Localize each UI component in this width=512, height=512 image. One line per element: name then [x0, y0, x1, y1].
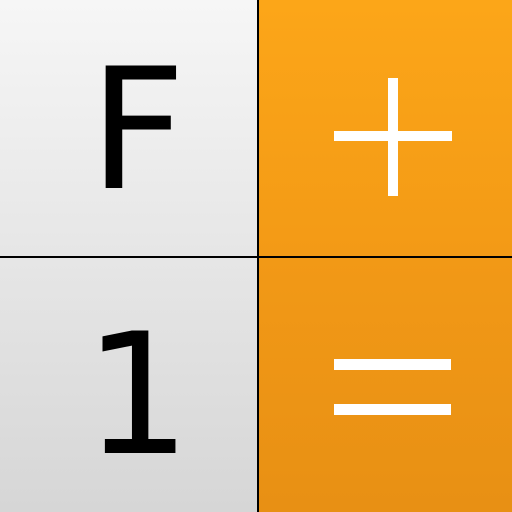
key-f-label: F [89, 32, 186, 228]
key-plus-label: + [334, 78, 335, 79]
key-plus[interactable]: + [259, 0, 512, 256]
calculator-icon-grid: F + 1 = [0, 0, 512, 512]
key-equals[interactable]: = [259, 258, 512, 512]
key-f[interactable]: F [0, 0, 257, 256]
key-1[interactable]: 1 [0, 258, 257, 512]
equals-icon: = [334, 359, 451, 415]
key-1-label: 1 [84, 297, 191, 493]
plus-icon: + [333, 78, 452, 196]
